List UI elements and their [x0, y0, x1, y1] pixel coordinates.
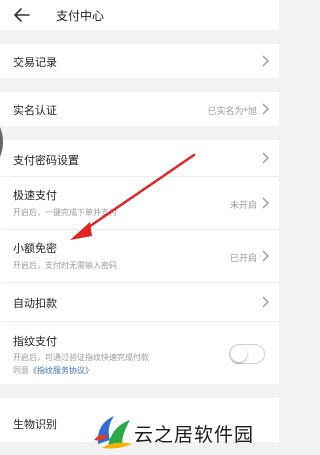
fast-pay-status: 未开启: [229, 201, 257, 211]
toggle-knob: [231, 346, 247, 362]
row-label: 极速支付: [13, 189, 57, 202]
small-free-status: 已开启: [229, 254, 257, 264]
chevron-right-icon: [262, 103, 269, 115]
chevron-right-icon: [262, 55, 269, 67]
row-sub: 开启后，可通过验证指纹快速完成付款: [13, 353, 149, 362]
row-label: 实名认证: [13, 104, 57, 117]
chevron-right-icon: [262, 250, 269, 262]
row-label: 小额免密: [13, 242, 57, 255]
realname-value: 已实名为*旭: [207, 107, 257, 117]
agreement-line: 同意《指纹服务协议》: [13, 365, 93, 376]
watermark-text: 云之居软件园: [134, 424, 255, 446]
row-label: 指纹支付: [13, 335, 57, 348]
watermark-logo: [94, 416, 132, 449]
page-title: 支付中心: [56, 9, 105, 23]
chevron-right-icon: [262, 197, 269, 209]
row-label: 交易记录: [13, 56, 57, 69]
row-small-amount-free[interactable]: 小额免密 开启后，支付时无需输入密码 已开启: [0, 230, 279, 282]
top-bar: 支付中心: [0, 0, 279, 30]
back-arrow-icon[interactable]: [13, 6, 31, 24]
side-handle: [0, 127, 3, 157]
row-transactions[interactable]: 交易记录: [0, 44, 279, 78]
row-label: 自动扣款: [13, 297, 57, 310]
fingerprint-toggle[interactable]: [229, 344, 265, 364]
agree-prefix: 同意: [13, 366, 29, 375]
row-label: 生物识别: [13, 418, 57, 431]
row-label: 支付密码设置: [13, 154, 79, 167]
row-sub: 开启后，支付时无需输入密码: [13, 261, 117, 270]
chevron-right-icon: [262, 152, 269, 164]
row-realname[interactable]: 实名认证 已实名为*旭: [0, 92, 279, 126]
row-sub: 开启后，一键完成下单并支付: [13, 208, 117, 217]
row-auto-deduct[interactable]: 自动扣款: [0, 283, 279, 321]
row-fingerprint-pay: 指纹支付 开启后，可通过验证指纹快速完成付款 同意《指纹服务协议》: [0, 322, 279, 384]
row-fast-pay[interactable]: 极速支付 开启后，一键完成下单并支付 未开启: [0, 177, 279, 229]
chevron-right-icon: [262, 296, 269, 308]
fingerprint-agreement-link[interactable]: 《指纹服务协议》: [29, 366, 93, 375]
row-pay-password[interactable]: 支付密码设置: [0, 140, 279, 176]
